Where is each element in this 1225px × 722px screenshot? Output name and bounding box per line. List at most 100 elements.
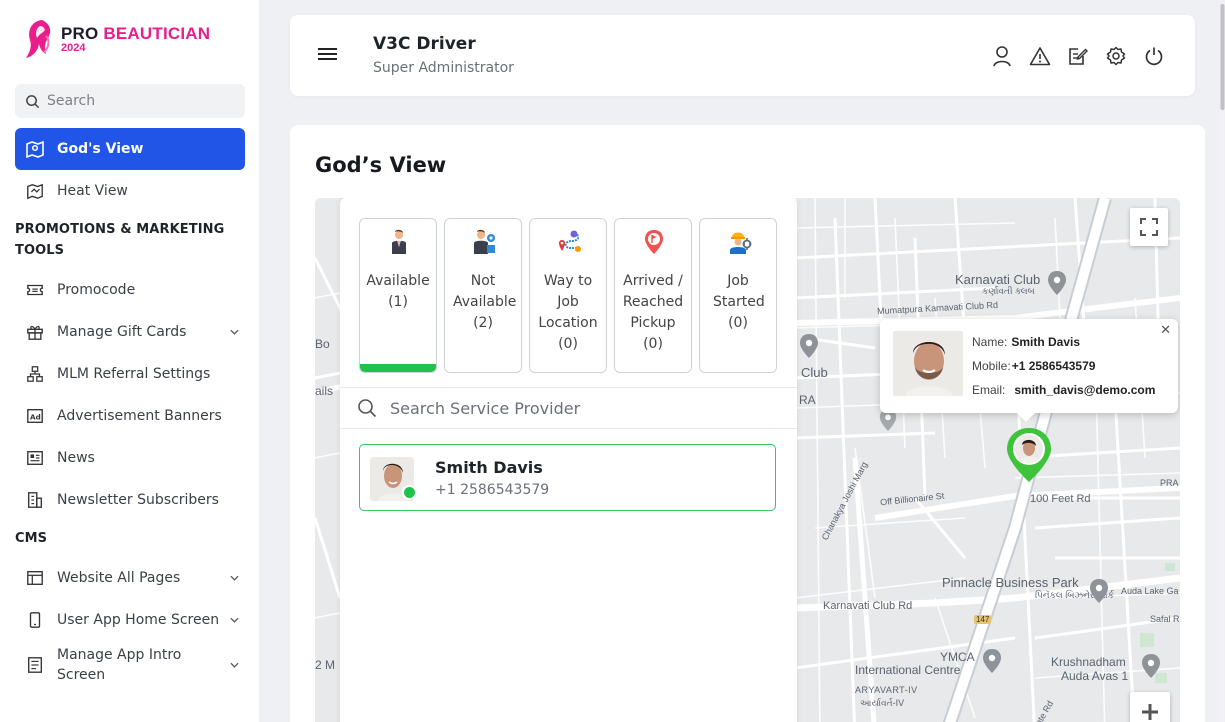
sidebar-item-heat-view[interactable]: Heat View (15, 170, 245, 212)
location-flag-icon (645, 230, 663, 254)
status-card-available[interactable]: Available (1) (359, 218, 437, 373)
status-label: Not Available (453, 273, 517, 310)
sidebar-item-mlm-referral[interactable]: MLM Referral Settings (15, 353, 245, 395)
sidebar-item-label: Manage Gift Cards (57, 324, 187, 340)
online-status-indicator (402, 485, 417, 500)
search-icon (26, 94, 40, 108)
map-label: ails (315, 384, 334, 398)
map-pin-icon[interactable] (1140, 653, 1162, 679)
provider-location-marker[interactable] (1004, 426, 1054, 484)
brand-logo[interactable]: PRO BEAUTICIAN 2024 (24, 18, 210, 60)
plus-icon (1142, 704, 1158, 720)
chevron-down-icon (230, 662, 239, 668)
fullscreen-button[interactable] (1130, 208, 1168, 246)
close-icon[interactable]: ✕ (1160, 323, 1171, 338)
map-label: Bo (315, 337, 330, 351)
svg-text:Ad: Ad (30, 413, 41, 422)
service-provider-search-input[interactable]: Search Service Provider (340, 387, 797, 429)
brand-name-beautician: BEAUTICIAN (103, 23, 211, 43)
sidebar-item-news[interactable]: News (15, 437, 245, 479)
status-label: Arrived / Reached Pickup (622, 273, 684, 331)
map-pin-icon[interactable] (981, 648, 1003, 674)
sidebar-item-advertisement-banners[interactable]: Ad Advertisement Banners (15, 395, 245, 437)
provider-name: Smith Davis (435, 458, 543, 477)
status-count: (1) (388, 294, 408, 310)
popup-email-value: smith_davis@demo.com (1014, 383, 1156, 397)
map-label: 147 (974, 615, 992, 624)
map-label: 2 M (315, 658, 336, 672)
sidebar: PRO BEAUTICIAN 2024 Search God's View He… (0, 0, 260, 722)
status-count: (2) (473, 315, 493, 331)
provider-info-popup: ✕ Name: Smith Davis Mobile:+1 2586543579 … (880, 319, 1178, 422)
header-actions (975, 45, 1165, 67)
sidebar-item-label: Manage App Intro Screen (57, 647, 182, 683)
map-pin-icon[interactable] (1088, 578, 1110, 604)
status-card-arrived[interactable]: Arrived / Reached Pickup (0) (614, 218, 692, 373)
gift-icon (25, 322, 45, 342)
heat-map-icon (25, 181, 45, 201)
main-card: God’s View Karnavati Club કર્ણાવતી ક્લબ … (290, 125, 1205, 722)
status-active-indicator (360, 364, 436, 372)
map-label: આર્યાવર્ત-IV (860, 698, 905, 708)
sidebar-item-website-all-pages[interactable]: Website All Pages (15, 557, 245, 599)
user-icon[interactable] (991, 45, 1013, 67)
warning-icon[interactable] (1029, 45, 1051, 67)
page-title: God’s View (315, 153, 447, 177)
sidebar-item-manage-gift-cards[interactable]: Manage Gift Cards (15, 311, 245, 353)
ticket-icon (25, 280, 45, 300)
chevron-down-icon (230, 617, 239, 623)
brand-year: 2024 (61, 41, 86, 54)
sidebar-item-gods-view[interactable]: God's View (15, 128, 245, 170)
provider-list-item[interactable]: Smith Davis +1 2586543579 (359, 444, 776, 511)
sidebar-item-label: Advertisement Banners (57, 408, 222, 424)
header-subtitle: Super Administrator (373, 60, 514, 76)
worker-icon (730, 232, 752, 254)
section-title-cms: CMS (15, 531, 48, 546)
building-icon (25, 490, 45, 510)
map-label: Pinnacle Business Park (942, 575, 1079, 590)
power-icon[interactable] (1143, 45, 1165, 67)
sidebar-item-promocode[interactable]: Promocode (15, 269, 245, 311)
sidebar-item-newsletter-subscribers[interactable]: Newsletter Subscribers (15, 479, 245, 521)
not-available-person-icon (474, 229, 495, 254)
zoom-in-button[interactable] (1130, 692, 1170, 722)
provider-photo (893, 331, 963, 396)
edit-icon[interactable] (1067, 45, 1089, 67)
sidebar-item-manage-app-intro-screen[interactable]: Manage App Intro Screen (15, 641, 245, 689)
beautician-logo-icon (26, 20, 51, 58)
map-label: PRA (1160, 478, 1179, 488)
popup-email-row: Email: smith_davis@demo.com (972, 383, 1155, 397)
map-label: Krushnadham (1051, 655, 1126, 669)
popup-name-label: Name: (972, 335, 1008, 349)
map-label: Auda Lake Ga (1121, 586, 1179, 596)
hierarchy-icon (25, 364, 45, 384)
top-header: V3C Driver Super Administrator (290, 15, 1195, 96)
map-label: Karnavati Club (955, 272, 1041, 287)
settings-icon[interactable] (1105, 45, 1127, 67)
provider-phone: +1 2586543579 (435, 482, 550, 498)
provider-panel: Available (1) Not Available (2) Way to Job… (340, 198, 797, 722)
menu-toggle-button[interactable] (318, 47, 337, 61)
map-label: ARYAVART-IV (855, 685, 918, 695)
brand-name-pro: PRO (61, 23, 99, 43)
sidebar-item-label: News (57, 450, 95, 466)
page-scrollbar[interactable] (1220, 0, 1225, 722)
map-label: International Centre (855, 663, 961, 677)
status-card-way-to-job[interactable]: Way to Job Location (0) (529, 218, 607, 373)
status-card-job-started[interactable]: Job Started (0) (699, 218, 777, 373)
hamburger-icon (318, 48, 337, 60)
sidebar-search-input[interactable]: Search (15, 84, 245, 118)
map-label: RA (799, 393, 816, 407)
status-filter-row: Available (1) Not Available (2) Way to Job… (359, 218, 784, 373)
popup-mobile-label: Mobile: (972, 359, 1011, 373)
sidebar-item-label: Promocode (57, 282, 136, 298)
map-pin-icon[interactable] (1046, 270, 1068, 296)
mobile-icon (25, 610, 45, 630)
map-view[interactable]: Karnavati Club કર્ણાવતી ક્લબ Mumatpura K… (315, 198, 1180, 722)
map-pin-icon[interactable] (798, 333, 820, 359)
search-icon (358, 399, 377, 418)
status-card-not-available[interactable]: Not Available (2) (444, 218, 522, 373)
map-label: Club (801, 365, 828, 380)
map-icon (25, 139, 45, 159)
sidebar-item-user-app-home-screen[interactable]: User App Home Screen (15, 599, 245, 641)
